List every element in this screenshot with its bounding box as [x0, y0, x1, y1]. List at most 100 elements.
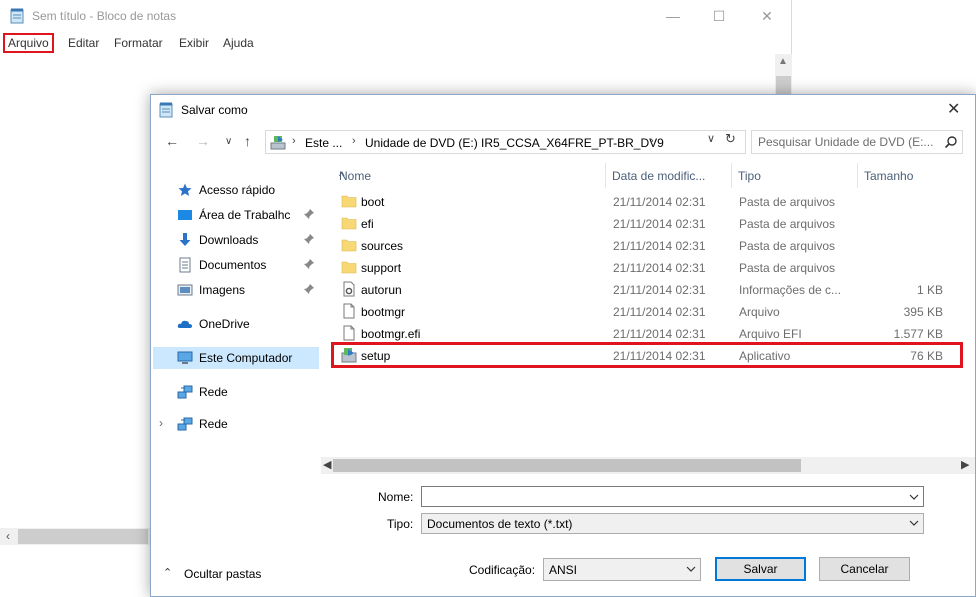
menu-exibir[interactable]: Exibir [179, 36, 209, 50]
navigation-pane: Acesso rápido Área de Trabalhc Downloads… [151, 169, 321, 464]
download-icon [179, 233, 191, 246]
file-row-boot[interactable]: boot 21/11/2014 02:31 Pasta de arquivos [333, 190, 961, 212]
menu-ajuda[interactable]: Ajuda [223, 36, 254, 50]
chevron-up-icon: ⌃ [163, 567, 173, 579]
notepad-menubar: Arquivo Editar Formatar Exibir Ajuda [0, 32, 792, 54]
notepad-titlebar[interactable]: Sem título - Bloco de notas — ☐ ✕ [0, 0, 792, 32]
chevron-down-icon[interactable] [909, 518, 919, 528]
file-name: bootmgr.efi [361, 327, 421, 341]
file-date: 21/11/2014 02:31 [613, 195, 706, 209]
column-header-label: Data de modific... [612, 169, 706, 183]
back-arrow-icon[interactable]: ← [165, 133, 179, 149]
file-type: Pasta de arquivos [739, 217, 836, 231]
search-icon[interactable] [944, 135, 958, 149]
file-date: 21/11/2014 02:31 [613, 217, 706, 231]
file-name-label: Nome: [378, 490, 414, 504]
folder-icon [341, 261, 357, 274]
nav-item-label: Acesso rápido [199, 183, 276, 197]
images-icon [177, 284, 193, 296]
file-name-input[interactable] [425, 489, 895, 504]
cancel-button[interactable]: Cancelar [819, 557, 910, 581]
pin-icon[interactable] [303, 208, 315, 220]
encoding-select[interactable]: ANSI [543, 558, 701, 581]
up-arrow-icon[interactable]: ↑ [244, 133, 251, 149]
file-date: 21/11/2014 02:31 [613, 239, 706, 253]
scroll-left-icon[interactable]: ‹ [6, 529, 10, 543]
file-name: setup [361, 349, 391, 363]
minimize-button[interactable]: — [650, 0, 696, 32]
column-header-label: Tipo [738, 169, 761, 183]
file-size: 1 KB [916, 283, 943, 297]
address-bar[interactable]: › Este ... › Unidade de DVD (E:) IR5_CCS… [265, 130, 746, 154]
menu-arquivo[interactable]: Arquivo [3, 33, 54, 53]
nav-item-label: Documentos [199, 258, 267, 272]
scroll-thumb[interactable] [333, 459, 801, 472]
refresh-icon[interactable]: ↻ [725, 131, 736, 147]
pin-icon[interactable] [303, 283, 315, 295]
setup-app-icon [341, 348, 357, 363]
nav-item-documentos[interactable]: Documentos [153, 254, 319, 276]
notepad-app-icon [159, 102, 173, 118]
file-row-bootmgr[interactable]: bootmgr 21/11/2014 02:31 Arquivo 395 KB [333, 300, 961, 322]
scroll-thumb[interactable] [18, 529, 148, 544]
file-type-select[interactable]: Documentos de texto (*.txt) [421, 513, 924, 534]
nav-item-imagens[interactable]: Imagens [153, 279, 319, 301]
encoding-value: ANSI [549, 563, 578, 577]
cloud-icon [177, 320, 192, 328]
search-box[interactable] [751, 130, 963, 154]
chevron-down-icon[interactable] [909, 492, 919, 502]
file-row-autorun[interactable]: autorun 21/11/2014 02:31 Informações de … [333, 278, 961, 300]
file-name-field[interactable] [421, 486, 924, 507]
file-row-setup[interactable]: setup 21/11/2014 02:31 Aplicativo 76 KB [331, 342, 963, 368]
forward-arrow-icon[interactable]: → [196, 133, 210, 149]
chevron-down-icon[interactable] [686, 564, 696, 574]
file-list-horizontal-scrollbar[interactable]: ◀ ▶ [321, 457, 975, 474]
maximize-button[interactable]: ☐ [696, 0, 742, 32]
folder-icon [341, 217, 357, 230]
nav-item-onedrive[interactable]: OneDrive [153, 313, 319, 335]
pin-icon[interactable] [303, 233, 315, 245]
notepad-app-icon [10, 8, 24, 24]
breadcrumb-este-computador[interactable]: Este ... [305, 136, 342, 150]
save-button[interactable]: Salvar [715, 557, 806, 581]
file-type: Arquivo [739, 305, 780, 319]
scroll-right-icon[interactable]: ▶ [961, 458, 969, 471]
dialog-close-button[interactable]: ✕ [947, 99, 960, 119]
dialog-titlebar[interactable]: Salvar como ✕ [151, 95, 975, 125]
file-list: Nome ^ Data de modific... Tipo Tamanho b… [331, 163, 975, 463]
column-header-tipo[interactable]: Tipo [732, 163, 858, 188]
expand-chevron-icon[interactable]: › [159, 416, 163, 430]
file-row-support[interactable]: support 21/11/2014 02:31 Pasta de arquiv… [333, 256, 961, 278]
search-input[interactable] [758, 134, 938, 150]
file-row-bootmgr-efi[interactable]: bootmgr.efi 21/11/2014 02:31 Arquivo EFI… [333, 322, 961, 344]
file-row-sources[interactable]: sources 21/11/2014 02:31 Pasta de arquiv… [333, 234, 961, 256]
menu-formatar[interactable]: Formatar [114, 36, 163, 50]
column-header-data[interactable]: Data de modific... [606, 163, 732, 188]
file-size: 76 KB [910, 349, 943, 363]
close-button[interactable]: ✕ [744, 0, 790, 32]
nav-item-este-computador[interactable]: Este Computador [153, 347, 319, 369]
scroll-up-icon[interactable]: ▲ [778, 56, 788, 67]
nav-item-acesso-rapido[interactable]: Acesso rápido [153, 179, 319, 201]
address-dropdown-chevron-icon[interactable]: ∨ [707, 132, 715, 145]
pin-icon[interactable] [303, 258, 315, 270]
nav-item-label: OneDrive [199, 317, 250, 331]
menu-editar[interactable]: Editar [68, 36, 99, 50]
column-header-nome[interactable]: Nome ^ [333, 163, 606, 188]
file-size: 395 KB [903, 305, 943, 319]
file-name: bootmgr [361, 305, 406, 319]
file-type-value: Documentos de texto (*.txt) [427, 517, 573, 531]
nav-item-downloads[interactable]: Downloads [153, 229, 319, 251]
column-header-tamanho[interactable]: Tamanho [858, 163, 961, 188]
encoding-label: Codificação: [469, 563, 536, 577]
scroll-left-icon[interactable]: ◀ [323, 458, 331, 471]
nav-item-area-de-trabalho[interactable]: Área de Trabalhc [153, 204, 319, 226]
recent-locations-chevron-icon[interactable]: ∨ [225, 136, 232, 147]
file-row-efi[interactable]: efi 21/11/2014 02:31 Pasta de arquivos [333, 212, 961, 234]
breadcrumb-dvd-drive[interactable]: Unidade de DVD (E:) IR5_CCSA_X64FRE_PT-B… [365, 136, 664, 150]
folder-icon [341, 239, 357, 252]
nav-item-rede-expandable[interactable]: › Rede [153, 413, 319, 435]
file-icon [343, 325, 355, 341]
file-name: sources [361, 239, 404, 253]
nav-item-rede[interactable]: Rede [153, 381, 319, 403]
